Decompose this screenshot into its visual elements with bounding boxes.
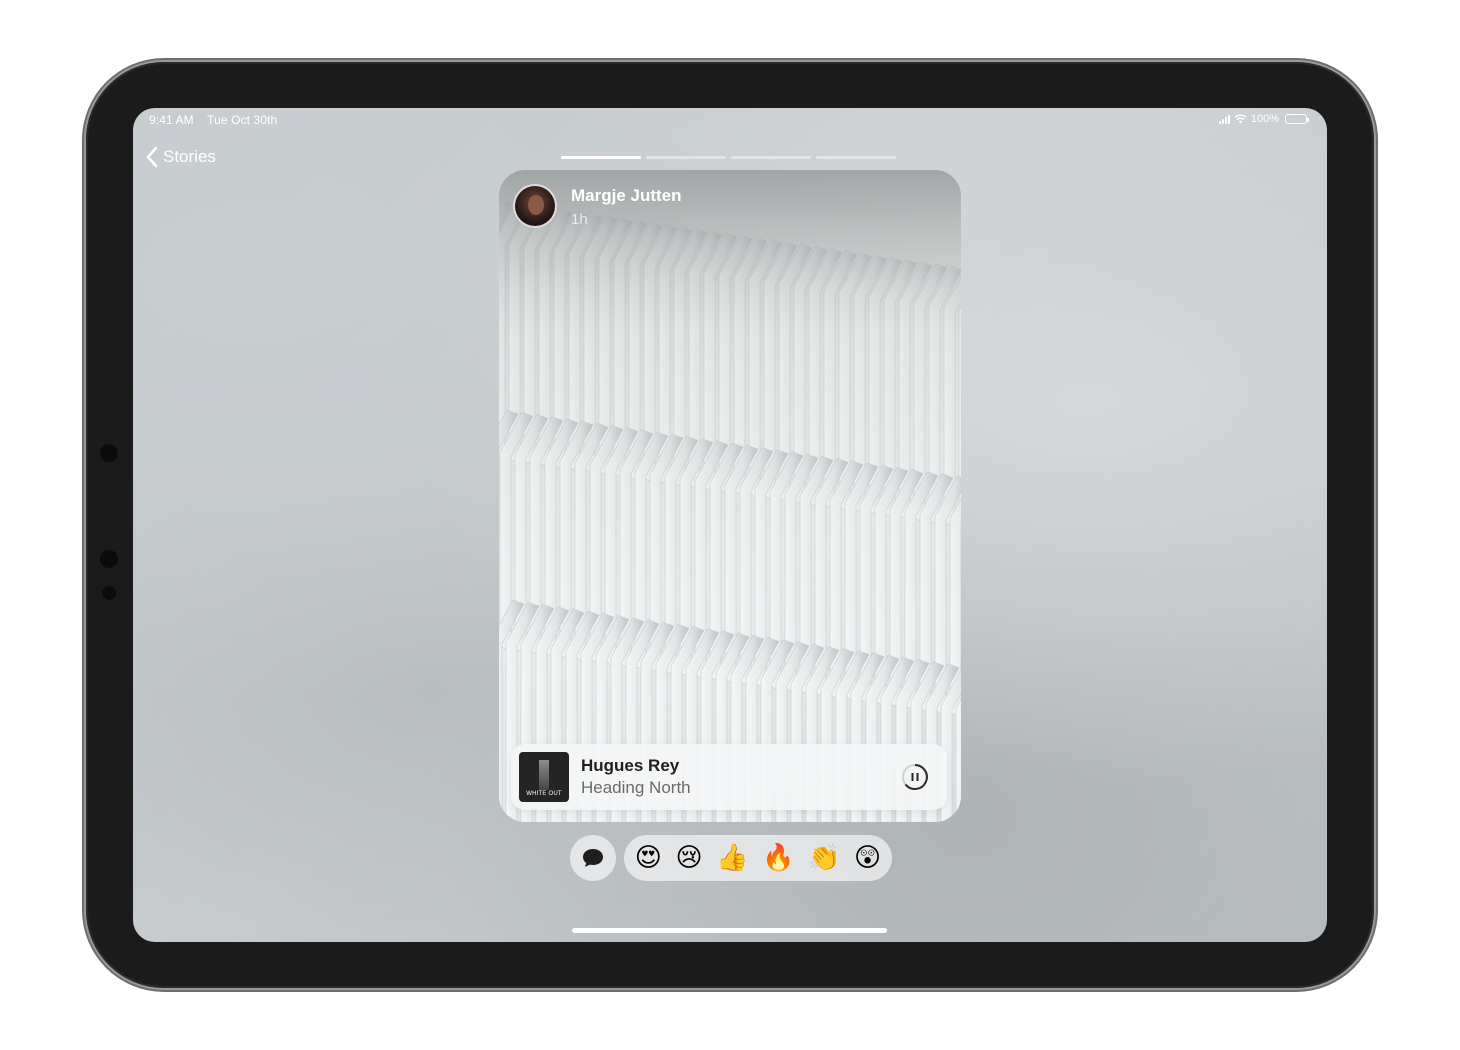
reaction-thumbs-up[interactable]: 👍 (716, 845, 748, 871)
progress-segment (816, 156, 896, 159)
proximity-sensor (102, 586, 116, 600)
chevron-left-icon (146, 146, 158, 168)
music-player[interactable]: WHITE OUT Hugues Rey Heading North (511, 744, 947, 810)
album-art: WHITE OUT (519, 752, 569, 802)
home-indicator[interactable] (572, 928, 887, 933)
wifi-icon (1234, 114, 1247, 124)
reaction-crying[interactable]: 😢 (675, 845, 702, 871)
status-time: 9:41 AM (149, 113, 194, 127)
pause-icon[interactable] (901, 763, 929, 791)
artist-name: Hugues Rey (581, 756, 680, 775)
reaction-astonished[interactable]: 😲 (854, 845, 881, 871)
back-button[interactable]: Stories (145, 146, 216, 168)
avatar[interactable] (513, 184, 557, 228)
reaction-fire[interactable]: 🔥 (762, 845, 794, 871)
progress-segment (731, 156, 811, 159)
status-bar-left: 9:41 AM Tue Oct 30th (149, 113, 277, 127)
speech-bubble-icon (583, 849, 603, 867)
story-progress (561, 156, 896, 159)
reply-button[interactable] (570, 835, 616, 881)
battery-percent: 100% (1250, 113, 1279, 125)
signal-icon (1218, 114, 1230, 124)
camera-lens (100, 550, 118, 568)
progress-segment (646, 156, 726, 159)
screen: 9:41 AM Tue Oct 30th 100% Stories Margje… (133, 108, 1327, 942)
song-title: Heading North (581, 778, 691, 797)
post-time: 1h (571, 211, 588, 228)
album-caption: WHITE OUT (526, 791, 562, 797)
camera-sensor (100, 444, 118, 462)
back-label: Stories (163, 147, 216, 166)
status-bar-right: 100% (1218, 113, 1309, 125)
reaction-clapping[interactable]: 👏 (808, 845, 840, 871)
story-header: Margje Jutten 1h (513, 184, 682, 228)
story-card[interactable]: Margje Jutten 1h WHITE OUT Hugues Rey He… (499, 170, 961, 822)
reaction-bar: 😍 😢 👍 🔥 👏 😲 (624, 835, 892, 881)
track-info: Hugues Rey Heading North (581, 756, 901, 798)
status-date: Tue Oct 30th (207, 113, 278, 127)
progress-segment (561, 156, 641, 159)
poster-name[interactable]: Margje Jutten (571, 186, 682, 206)
battery-icon (1285, 114, 1309, 124)
reaction-heart-eyes[interactable]: 😍 (635, 845, 662, 871)
story-image (499, 170, 961, 822)
